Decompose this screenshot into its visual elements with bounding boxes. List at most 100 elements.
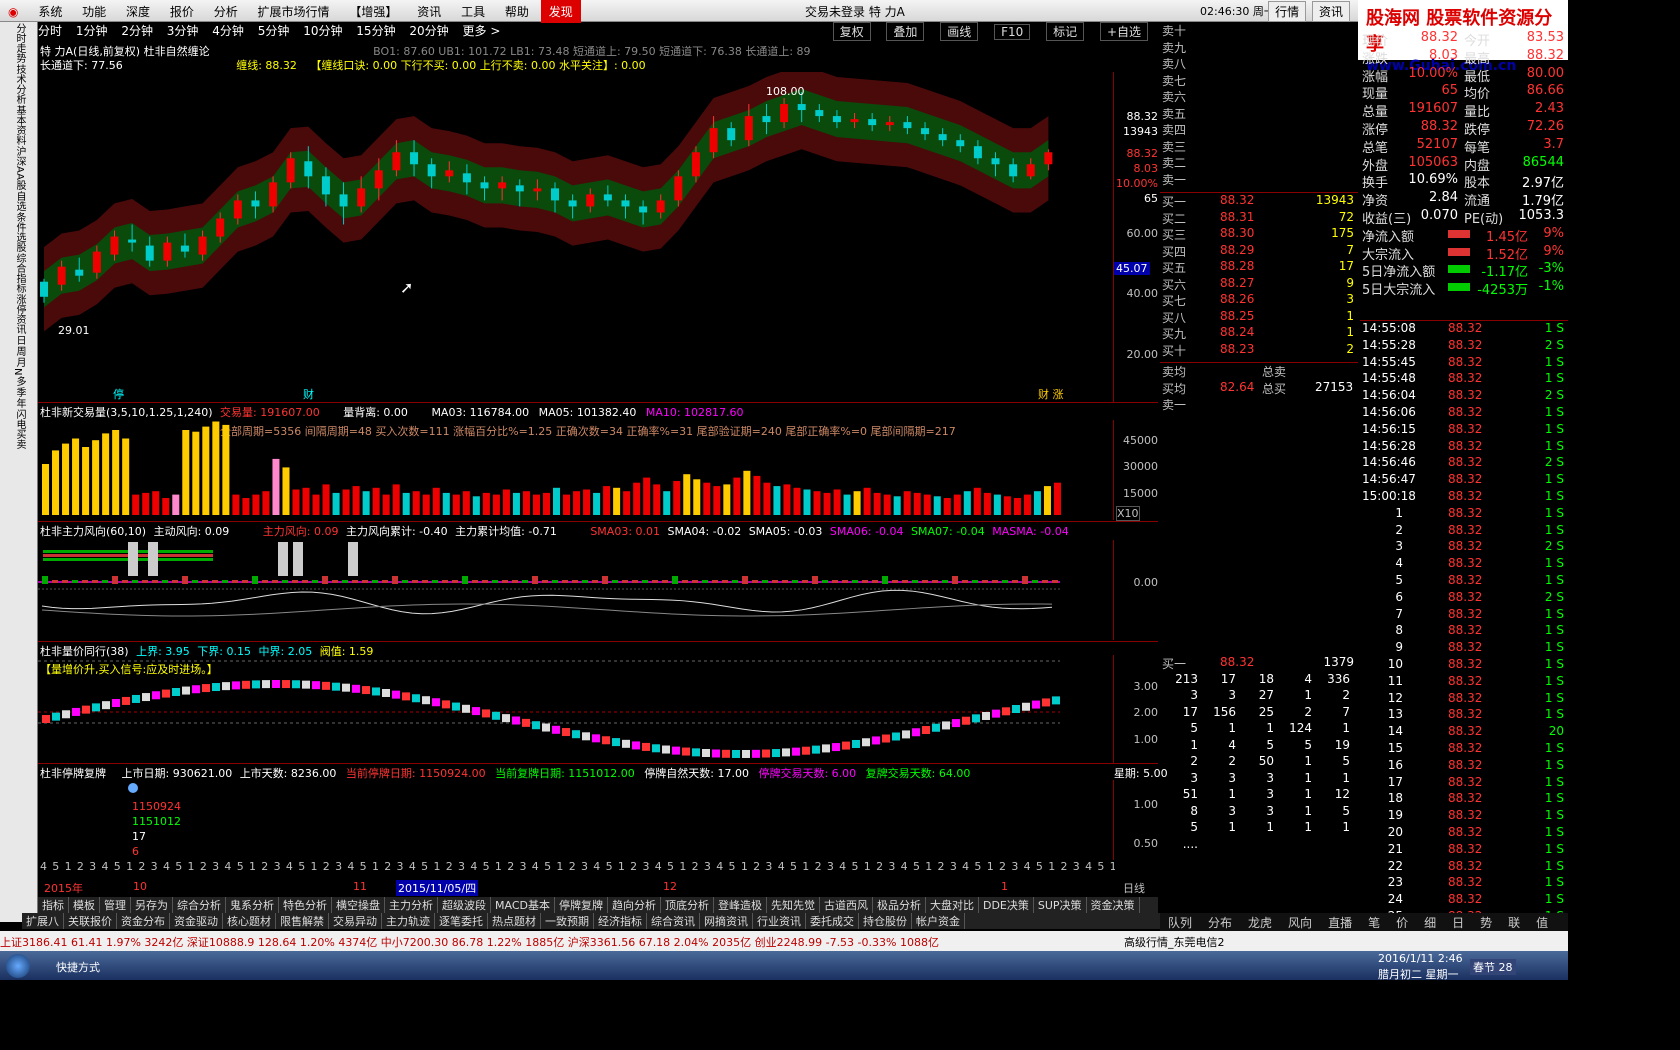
menu-extended-market[interactable]: 扩展市场行情	[250, 0, 338, 23]
left-nav-item[interactable]: N	[12, 368, 23, 375]
price-chart[interactable]: 108.00 29.01 停 财 财 涨	[38, 72, 1113, 402]
menu-discover[interactable]: 发现	[540, 0, 581, 23]
indicator-tab[interactable]: 指标	[38, 897, 69, 913]
left-nav-item[interactable]: 周	[12, 346, 27, 356]
indicator-tab[interactable]: DDE决策	[979, 897, 1034, 913]
function-tab[interactable]: 关联报价	[64, 913, 117, 929]
tick-list[interactable]: 14:55:08 88.32 1 S 14:55:28 88.32 2 S 14:55:45…	[1360, 320, 1568, 926]
left-nav-item[interactable]: 条件选股	[12, 212, 27, 252]
function-tab[interactable]: 经济指标	[594, 913, 647, 929]
f10-button[interactable]: F10	[994, 24, 1031, 40]
overlay-button[interactable]: 叠加	[886, 22, 925, 41]
indicator-tab[interactable]: 登峰造极	[714, 897, 767, 913]
indicator-tab[interactable]: 模板	[69, 897, 100, 913]
menu-tools[interactable]: 工具	[453, 0, 493, 23]
function-tab[interactable]: 资金分布	[117, 913, 170, 929]
right-tab[interactable]: 价	[1388, 913, 1416, 932]
function-tab[interactable]: 主力轨迹	[382, 913, 435, 929]
indicator-tab[interactable]: 古道西风	[820, 897, 873, 913]
left-nav-item[interactable]: 基本资料	[12, 105, 27, 145]
indicator-tab[interactable]: 极品分析	[873, 897, 926, 913]
info-button[interactable]: 资讯	[1311, 1, 1350, 22]
left-nav-item[interactable]: 技术分析	[12, 64, 27, 104]
indicator-tab[interactable]: 管理	[100, 897, 131, 913]
indicator-tab[interactable]: 趋向分析	[608, 897, 661, 913]
quote-button[interactable]: 行情	[1268, 1, 1307, 22]
indicator-tab[interactable]: 大盘对比	[926, 897, 979, 913]
left-nav-item[interactable]: 年	[12, 398, 27, 408]
menu-help[interactable]: 帮助	[497, 0, 537, 23]
left-nav-item[interactable]: 日	[12, 335, 27, 345]
left-nav-item[interactable]: 自选	[12, 191, 27, 211]
menu-system[interactable]: 系统	[30, 0, 70, 23]
left-nav-item[interactable]: 多	[12, 376, 27, 386]
menu-quote[interactable]: 报价	[162, 0, 202, 23]
function-tab[interactable]: 一致预期	[541, 913, 594, 929]
indicator-tab[interactable]: 先知先觉	[767, 897, 820, 913]
force-chart[interactable]	[38, 540, 1113, 640]
left-nav-item[interactable]: 综合指标	[12, 253, 27, 293]
indicator-tab[interactable]: 综合分析	[173, 897, 226, 913]
indicator-tab[interactable]: 停牌复牌	[555, 897, 608, 913]
indicator-tab[interactable]: 超级波段	[438, 897, 491, 913]
draw-button[interactable]: 画线	[940, 22, 979, 41]
pv-chart[interactable]	[38, 655, 1113, 763]
indicator-tab[interactable]: SUP决策	[1034, 897, 1087, 913]
function-tab[interactable]: 热点题材	[488, 913, 541, 929]
tf-3min[interactable]: 3分钟	[167, 24, 199, 38]
right-tab[interactable]: 联	[1500, 913, 1528, 932]
menu-enhance[interactable]: 【增强】	[341, 0, 405, 23]
right-tab[interactable]: 直播	[1320, 913, 1360, 932]
indicator-tab[interactable]: 主力分析	[385, 897, 438, 913]
mark-button[interactable]: 标记	[1046, 22, 1085, 41]
tf-1min[interactable]: 1分钟	[76, 24, 108, 38]
volume-chart[interactable]	[38, 420, 1113, 520]
tf-more[interactable]: 更多 >	[463, 24, 501, 38]
tf-2min[interactable]: 2分钟	[121, 24, 153, 38]
fuquan-button[interactable]: 复权	[832, 22, 871, 41]
menu-analysis[interactable]: 分析	[206, 0, 246, 23]
app-icon[interactable]: ◉	[0, 2, 26, 22]
right-tab[interactable]: 细	[1416, 913, 1444, 932]
right-tab[interactable]: 分布	[1200, 913, 1240, 932]
function-tab[interactable]: 行业资讯	[753, 913, 806, 929]
right-tab[interactable]: 势	[1472, 913, 1500, 932]
add-watchlist-button[interactable]: +自选	[1099, 22, 1148, 41]
function-tab[interactable]: 扩展八	[22, 913, 64, 929]
left-nav-item[interactable]: 沪深AA股	[12, 146, 27, 190]
indicator-tab[interactable]: 另存为	[131, 897, 173, 913]
function-tab[interactable]: 资金驱动	[170, 913, 223, 929]
left-nav-item[interactable]: 涨停资讯	[12, 294, 27, 334]
function-tab[interactable]: 网摘资讯	[700, 913, 753, 929]
right-tab[interactable]: 日	[1444, 913, 1472, 932]
right-tab[interactable]: 值	[1528, 913, 1556, 932]
function-tab[interactable]: 持仓股份	[859, 913, 912, 929]
right-tab[interactable]: 风向	[1280, 913, 1320, 932]
indicator-tab[interactable]: 横空操盘	[332, 897, 385, 913]
menu-function[interactable]: 功能	[74, 0, 114, 23]
function-tab[interactable]: 委托成交	[806, 913, 859, 929]
function-tab[interactable]: 限售解禁	[276, 913, 329, 929]
start-button-icon[interactable]	[6, 954, 30, 978]
indicator-tab[interactable]: MACD基本	[491, 897, 555, 913]
tf-10min[interactable]: 10分钟	[303, 24, 342, 38]
left-nav-item[interactable]: 月	[12, 357, 27, 367]
indicator-tab[interactable]: 鬼系分析	[226, 897, 279, 913]
right-tab[interactable]: 龙虎	[1240, 913, 1280, 932]
left-nav-item[interactable]: 季	[12, 387, 27, 397]
function-tab[interactable]: 逐笔委托	[435, 913, 488, 929]
indicator-tab[interactable]: 资金决策	[1087, 897, 1140, 913]
right-tab[interactable]: 笔	[1360, 913, 1388, 932]
tf-intraday[interactable]: 分时	[38, 24, 62, 38]
tf-5min[interactable]: 5分钟	[258, 24, 290, 38]
function-tab[interactable]: 综合资讯	[647, 913, 700, 929]
function-tab[interactable]: 核心题材	[223, 913, 276, 929]
menu-depth[interactable]: 深度	[118, 0, 158, 23]
right-tab[interactable]: 队列	[1160, 913, 1200, 932]
tf-4min[interactable]: 4分钟	[212, 24, 244, 38]
left-nav-item[interactable]: 分时走势	[12, 23, 27, 63]
indicator-tab[interactable]: 特色分析	[279, 897, 332, 913]
indicator-tab[interactable]: 顶底分析	[661, 897, 714, 913]
tf-15min[interactable]: 15分钟	[356, 24, 395, 38]
tf-20min[interactable]: 20分钟	[409, 24, 448, 38]
